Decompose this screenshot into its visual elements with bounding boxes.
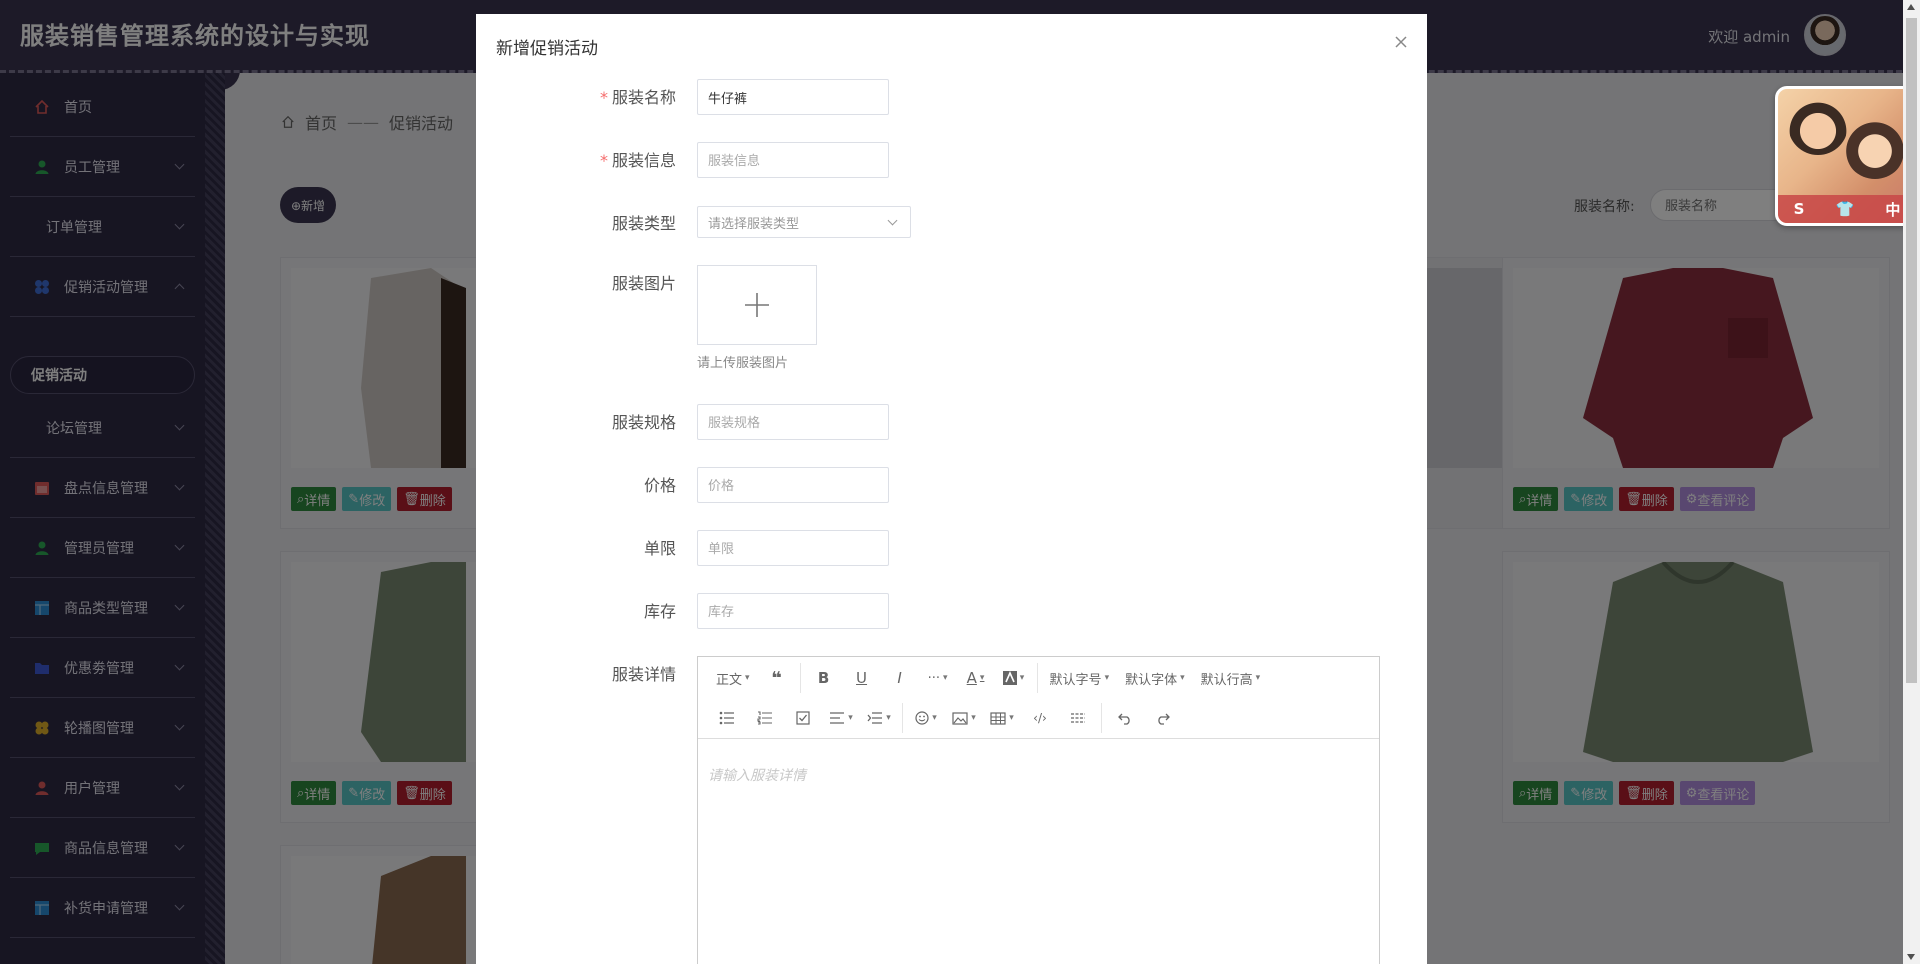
clothing-name-input[interactable]: [697, 79, 889, 115]
image-icon[interactable]: ▾: [945, 699, 983, 737]
ad-shirt-icon[interactable]: 👕: [1836, 200, 1855, 218]
toolbar-divider: [1101, 703, 1102, 733]
line-height-dropdown[interactable]: 默认行高 ▾: [1193, 659, 1269, 697]
ad-zh-icon[interactable]: 中: [1885, 199, 1900, 220]
heading-dropdown[interactable]: 正文 ▾: [708, 659, 758, 697]
ad-figure: [1788, 95, 1848, 155]
plus-icon: [745, 293, 769, 317]
stock-input[interactable]: [697, 593, 889, 629]
numbered-list-icon[interactable]: [746, 699, 784, 737]
field-label-price: 价格: [643, 476, 676, 495]
upload-tip: 请上传服装图片: [697, 356, 789, 371]
select-placeholder: 请选择服装类型: [708, 216, 800, 232]
font-size-dropdown[interactable]: 默认字号 ▾: [1042, 659, 1118, 697]
scroll-up-arrow-icon[interactable]: [1907, 4, 1915, 10]
page-scrollbar[interactable]: [1903, 0, 1920, 964]
chevron-down-icon: [887, 215, 898, 226]
undo-icon[interactable]: [1106, 699, 1144, 737]
divider-icon[interactable]: [1059, 699, 1097, 737]
bold-icon[interactable]: B: [805, 659, 843, 697]
price-input[interactable]: [697, 467, 889, 503]
dialog-title: 新增促销活动: [496, 39, 598, 59]
table-icon[interactable]: ▾: [983, 699, 1021, 737]
field-label-detail: 服装详情: [611, 665, 676, 684]
ad-s-icon[interactable]: S: [1794, 200, 1805, 218]
emoji-icon[interactable]: ▾: [907, 699, 945, 737]
editor-toolbar: 正文 ▾ ❝ B U I ··· ▾ A ▾ ▾ 默认字号 ▾ 默认字体 ▾ 默认行高 ▾ …: [698, 657, 1379, 739]
field-label-name: * 服装名称: [599, 88, 676, 107]
add-promotion-dialog: 新增促销活动 *服装名称 *服装信息 服装类型 请选择服装类型 服装图片 请上传…: [476, 14, 1427, 964]
italic-icon[interactable]: I: [881, 659, 919, 697]
redo-icon[interactable]: [1144, 699, 1182, 737]
editor-content[interactable]: 请输入服装详情: [708, 765, 806, 785]
close-icon[interactable]: [1393, 34, 1409, 50]
toolbar-divider: [902, 703, 903, 733]
code-icon[interactable]: ‹/›: [1021, 699, 1059, 737]
field-label-type: 服装类型: [611, 214, 676, 233]
editor-toolbar-row-2: ▾ ▾ ▾ ▾ ▾ ‹/›: [708, 699, 1182, 737]
ad-figure: [1844, 117, 1906, 179]
underline-icon[interactable]: U: [843, 659, 881, 697]
bullet-list-icon[interactable]: [708, 699, 746, 737]
field-label-spec: 服装规格: [611, 413, 676, 432]
required-mark: *: [599, 88, 608, 107]
rich-text-editor: 正文 ▾ ❝ B U I ··· ▾ A ▾ ▾ 默认字号 ▾ 默认字体 ▾ 默认行高 ▾ …: [697, 656, 1380, 964]
more-icon[interactable]: ··· ▾: [919, 659, 957, 697]
scroll-down-arrow-icon[interactable]: [1907, 954, 1915, 960]
field-label-image: 服装图片: [611, 274, 676, 293]
align-icon[interactable]: ▾: [822, 699, 860, 737]
clothing-type-select[interactable]: 请选择服装类型: [697, 206, 911, 238]
toolbar-divider: [799, 663, 801, 693]
checklist-icon[interactable]: [784, 699, 822, 737]
editor-toolbar-row-1: 正文 ▾ ❝ B U I ··· ▾ A ▾ ▾ 默认字号 ▾ 默认字体 ▾ 默认行高 ▾: [708, 659, 1268, 697]
font-color-icon[interactable]: A ▾: [957, 659, 995, 697]
field-label-limit: 单限: [643, 539, 676, 558]
clothing-spec-input[interactable]: [697, 404, 889, 440]
ad-toolbar: S 👕 中: [1778, 195, 1916, 223]
scroll-thumb[interactable]: [1906, 18, 1917, 683]
indent-icon[interactable]: ▾: [860, 699, 898, 737]
background-color-icon[interactable]: ▾: [995, 659, 1033, 697]
required-mark: *: [599, 151, 608, 170]
toolbar-divider: [1036, 663, 1038, 693]
image-upload[interactable]: [697, 265, 817, 345]
floating-ad-widget[interactable]: S 👕 中: [1775, 86, 1919, 226]
field-label-stock: 库存: [643, 602, 676, 621]
clothing-info-input[interactable]: [697, 142, 889, 178]
quote-icon[interactable]: ❝: [758, 659, 796, 697]
field-label-info: * 服装信息: [599, 151, 676, 170]
font-family-dropdown[interactable]: 默认字体 ▾: [1117, 659, 1193, 697]
limit-input[interactable]: [697, 530, 889, 566]
